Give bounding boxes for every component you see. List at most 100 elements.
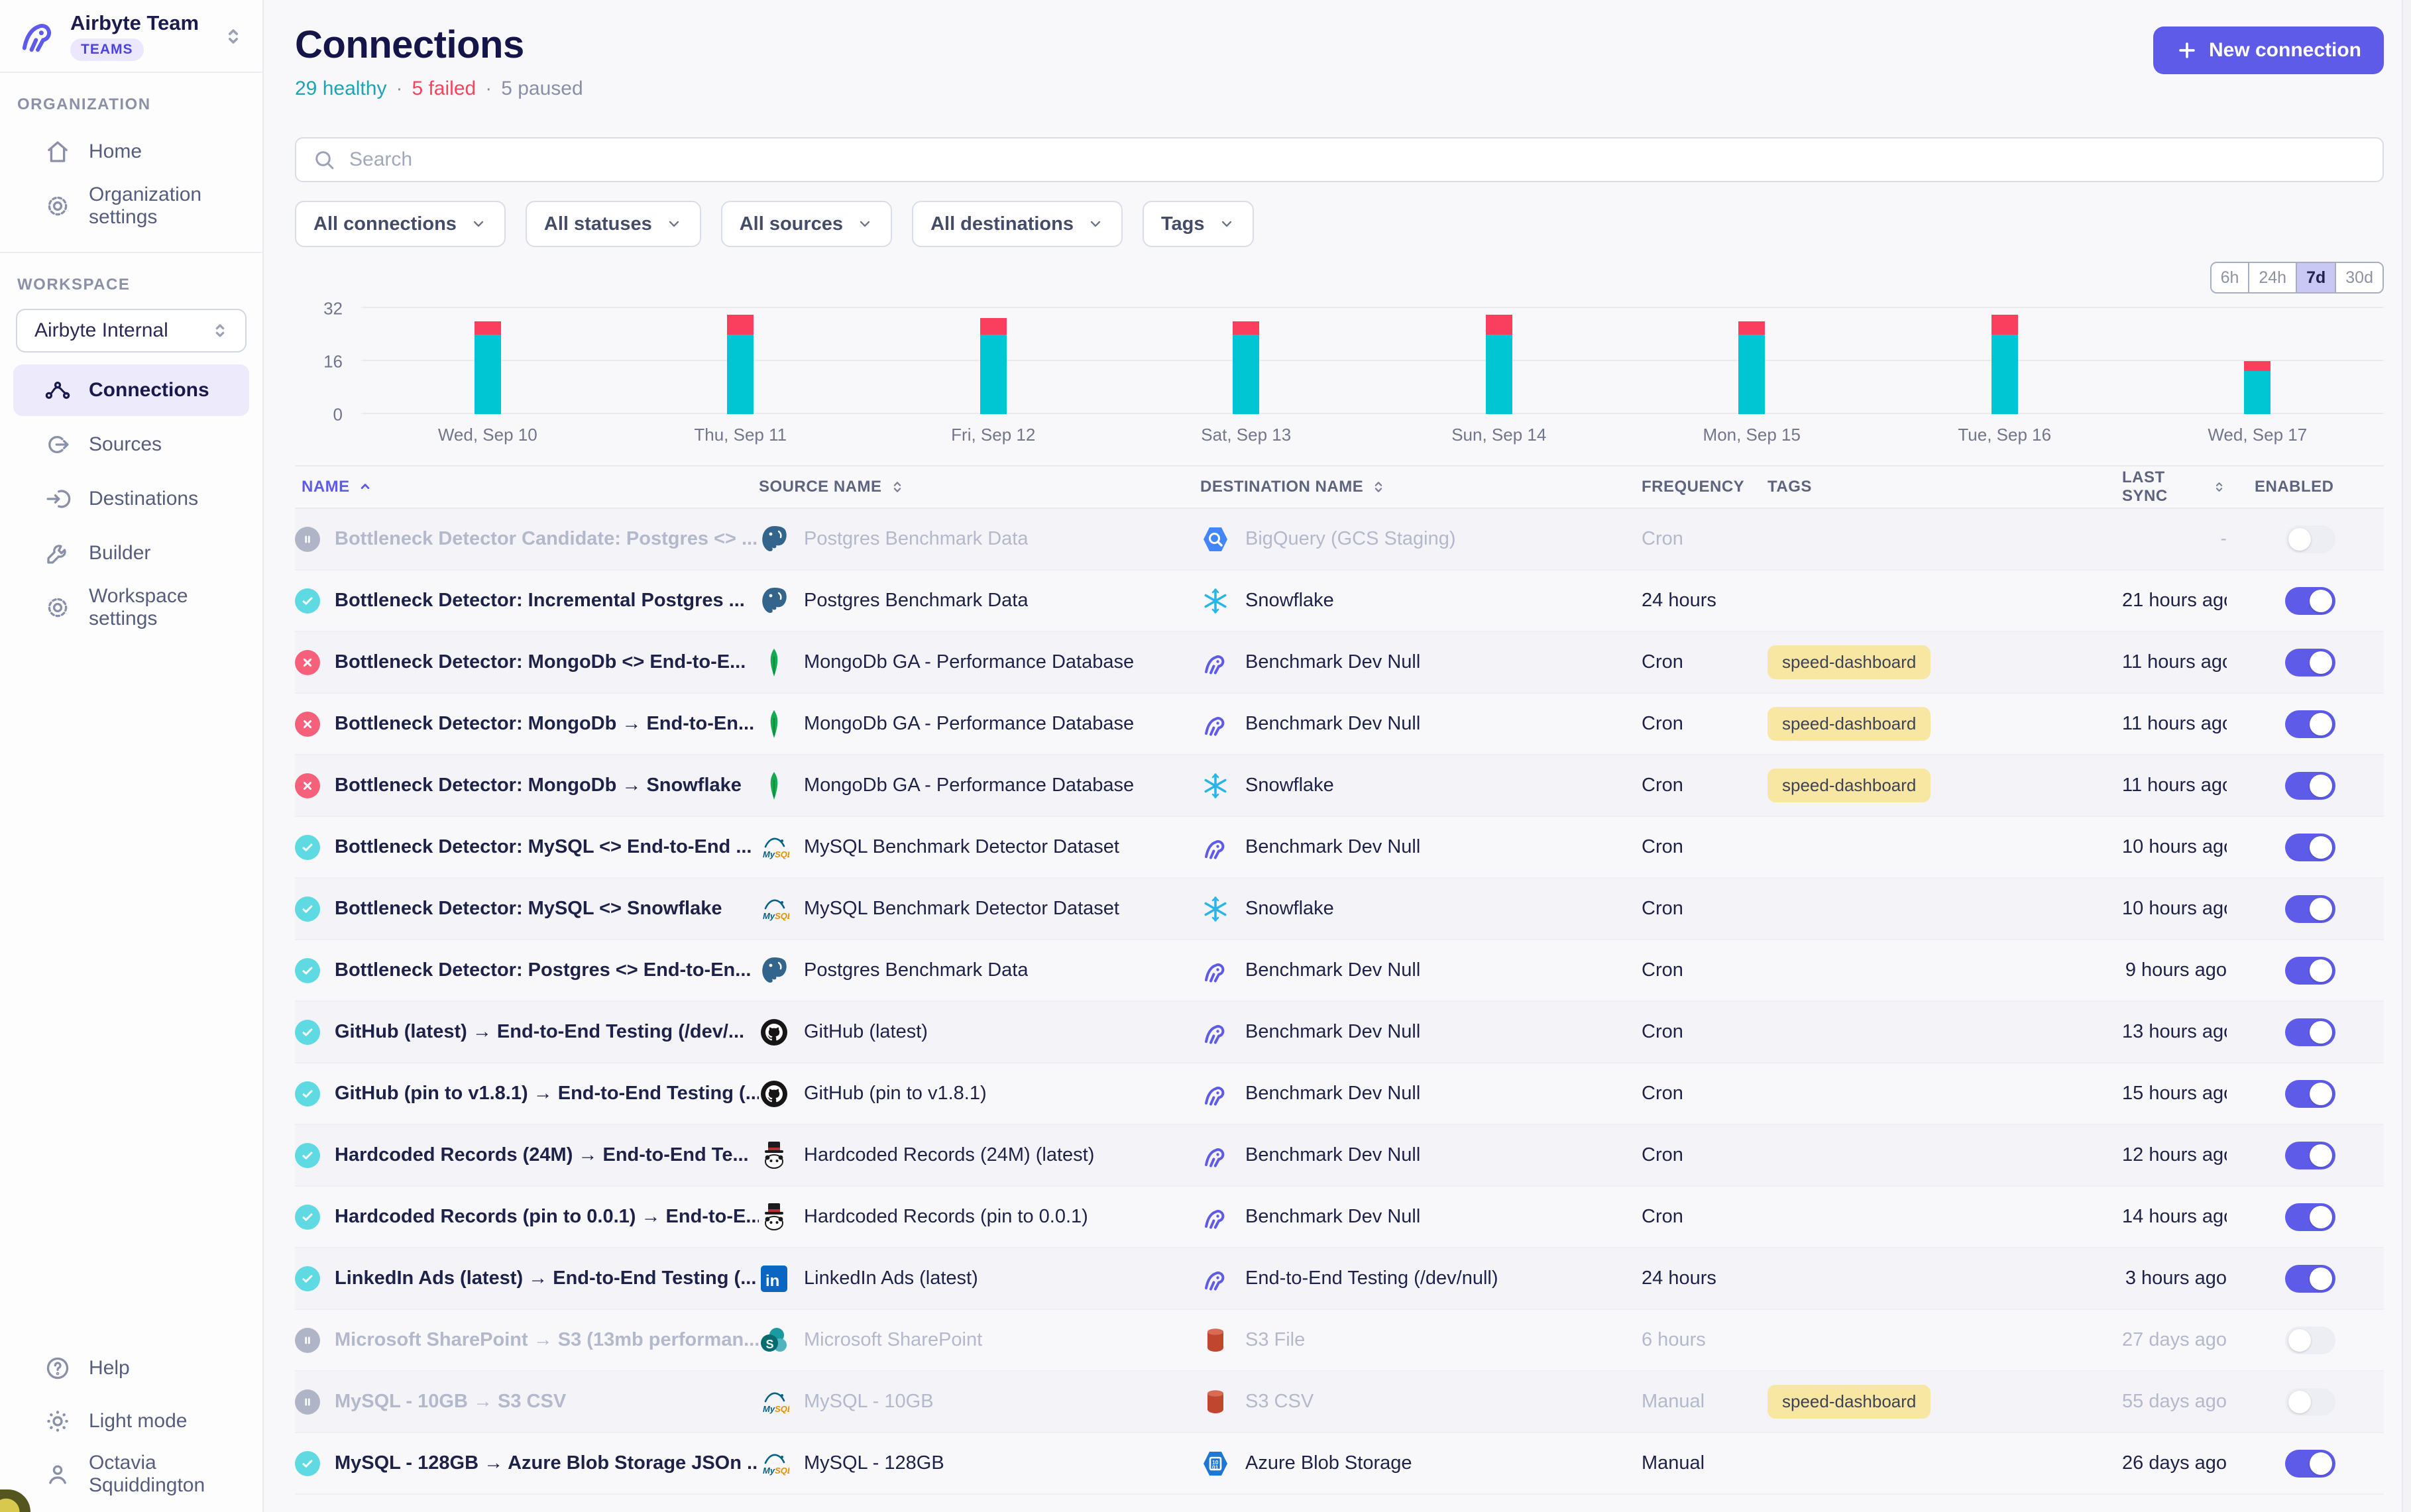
x-axis-label: Tue, Sep 16 xyxy=(1878,425,2131,445)
column-header-destination-name[interactable]: DESTINATION NAME xyxy=(1200,478,1642,496)
table-body: Bottleneck Detector Candidate: Postgres … xyxy=(295,509,2384,1495)
tag-chip: speed-dashboard xyxy=(1767,707,1931,741)
enabled-cell xyxy=(2255,1203,2384,1231)
last-sync-cell: - xyxy=(2122,528,2255,550)
sidebar-item-organization-settings[interactable]: Organization settings xyxy=(13,180,249,232)
enabled-toggle[interactable] xyxy=(2285,1018,2335,1046)
destination-name: Azure Blob Storage xyxy=(1245,1452,1412,1474)
table-row[interactable]: Bottleneck Detector Candidate: Postgres … xyxy=(295,509,2384,570)
enabled-toggle[interactable] xyxy=(2285,1326,2335,1354)
table-row[interactable]: Bottleneck Detector: MongoDb → Snowflake… xyxy=(295,755,2384,817)
succeeded-bar-segment xyxy=(1233,335,1259,414)
sidebar-item-sources[interactable]: Sources xyxy=(13,419,249,470)
sources-icon xyxy=(44,431,72,459)
table-row[interactable]: Hardcoded Records (24M) → End-to-End Te.… xyxy=(295,1125,2384,1187)
enabled-toggle[interactable] xyxy=(2285,895,2335,923)
status-success-icon xyxy=(295,896,320,922)
enabled-toggle[interactable] xyxy=(2285,1450,2335,1478)
hardcoded-icon xyxy=(759,1202,789,1232)
enabled-toggle[interactable] xyxy=(2285,772,2335,800)
enabled-toggle[interactable] xyxy=(2285,525,2335,553)
range-24h[interactable]: 24h xyxy=(2248,263,2296,292)
enabled-cell xyxy=(2255,587,2384,615)
postgres-icon xyxy=(759,524,789,555)
enabled-toggle[interactable] xyxy=(2285,649,2335,676)
source-name: MongoDb GA - Performance Database xyxy=(804,775,1134,796)
table-row[interactable]: MySQL - 128GB → Azure Blob Storage JSOn … xyxy=(295,1433,2384,1495)
table-row[interactable]: Microsoft SharePoint → S3 (13mb performa… xyxy=(295,1310,2384,1372)
filter-tags[interactable]: Tags xyxy=(1143,201,1254,247)
enabled-toggle[interactable] xyxy=(2285,587,2335,615)
range-7d[interactable]: 7d xyxy=(2296,263,2335,292)
sidebar-item-light-mode[interactable]: Light mode xyxy=(13,1397,249,1446)
table-row[interactable]: GitHub (pin to v1.8.1) → End-to-End Test… xyxy=(295,1063,2384,1125)
tags-cell: speed-dashboard xyxy=(1767,645,2122,679)
column-header-label: TAGS xyxy=(1767,478,1812,496)
new-connection-button[interactable]: New connection xyxy=(2153,27,2384,74)
sidebar-item-help[interactable]: Help xyxy=(13,1344,249,1393)
last-sync-value: 27 days ago xyxy=(2122,1329,2227,1351)
source-cell: MySQLMySQL Benchmark Detector Dataset xyxy=(759,832,1200,863)
destination-name: Benchmark Dev Null xyxy=(1245,1144,1420,1166)
destination-cell: Benchmark Dev Null xyxy=(1200,832,1642,863)
enabled-toggle[interactable] xyxy=(2285,1142,2335,1169)
chevron-down-icon xyxy=(1087,215,1104,233)
devnull-icon xyxy=(1200,1079,1231,1109)
sharepoint-icon: S xyxy=(759,1325,789,1356)
column-header-last-sync[interactable]: LAST SYNC xyxy=(2122,468,2255,506)
status-success-icon xyxy=(295,1266,320,1291)
sidebar-item-octavia-squiddington[interactable]: Octavia Squiddington xyxy=(13,1450,249,1499)
workspace-selector[interactable]: Airbyte Internal xyxy=(16,309,247,352)
table-row[interactable]: Bottleneck Detector: MongoDb <> End-to-E… xyxy=(295,632,2384,694)
table-row[interactable]: Bottleneck Detector: MySQL <> End-to-End… xyxy=(295,817,2384,879)
search-input[interactable] xyxy=(349,148,2367,171)
sidebar-item-home[interactable]: Home xyxy=(13,126,249,178)
range-30d[interactable]: 30d xyxy=(2335,263,2383,292)
sidebar-item-connections[interactable]: Connections xyxy=(13,364,249,416)
enabled-toggle[interactable] xyxy=(2285,1388,2335,1416)
source-cell: Postgres Benchmark Data xyxy=(759,955,1200,986)
enabled-toggle[interactable] xyxy=(2285,834,2335,861)
table-row[interactable]: Bottleneck Detector: Incremental Postgre… xyxy=(295,570,2384,632)
scrollbar[interactable] xyxy=(2402,0,2411,1512)
enabled-toggle[interactable] xyxy=(2285,957,2335,985)
sidebar-item-builder[interactable]: Builder xyxy=(13,527,249,579)
table-row[interactable]: Bottleneck Detector: MongoDb → End-to-En… xyxy=(295,694,2384,755)
enabled-toggle[interactable] xyxy=(2285,1080,2335,1108)
source-name: MySQL - 10GB xyxy=(804,1391,934,1413)
filter-all-destinations[interactable]: All destinations xyxy=(912,201,1123,247)
frequency-value: Cron xyxy=(1642,651,1683,673)
failed-bar-segment xyxy=(727,315,754,335)
sidebar-item-label: Workspace settings xyxy=(89,585,232,630)
destination-name: Benchmark Dev Null xyxy=(1245,1021,1420,1043)
filter-all-sources[interactable]: All sources xyxy=(721,201,892,247)
range-6h[interactable]: 6h xyxy=(2212,263,2249,292)
table-row[interactable]: Bottleneck Detector: Postgres <> End-to-… xyxy=(295,940,2384,1002)
table-row[interactable]: MySQL - 10GB → S3 CSVMySQLMySQL - 10GBS3… xyxy=(295,1372,2384,1433)
enabled-toggle[interactable] xyxy=(2285,1203,2335,1231)
table-row[interactable]: LinkedIn Ads (latest) → End-to-End Testi… xyxy=(295,1248,2384,1310)
connection-name: Bottleneck Detector: MongoDb → End-to-En… xyxy=(335,713,759,735)
column-header-source-name[interactable]: SOURCE NAME xyxy=(759,478,1200,496)
filter-all-statuses[interactable]: All statuses xyxy=(526,201,701,247)
workspace-selector-value: Airbyte Internal xyxy=(34,319,168,342)
table-row[interactable]: GitHub (latest) → End-to-End Testing (/d… xyxy=(295,1002,2384,1063)
org-switcher[interactable]: Airbyte Team TEAMS xyxy=(0,0,262,72)
frequency-value: Cron xyxy=(1642,1144,1683,1166)
filter-all-connections[interactable]: All connections xyxy=(295,201,506,247)
home-icon xyxy=(44,138,72,166)
enabled-toggle[interactable] xyxy=(2285,710,2335,738)
sidebar-item-destinations[interactable]: Destinations xyxy=(13,473,249,525)
succeeded-bar-segment xyxy=(1486,335,1512,414)
destination-cell: Benchmark Dev Null xyxy=(1200,1017,1642,1048)
column-header-name[interactable]: NAME xyxy=(295,478,759,496)
source-name: Hardcoded Records (24M) (latest) xyxy=(804,1144,1094,1166)
connection-name: MySQL - 10GB → S3 CSV xyxy=(335,1391,579,1413)
chart-plot: 01632 xyxy=(361,308,2384,414)
sort-updown-icon xyxy=(1370,478,1387,496)
enabled-toggle[interactable] xyxy=(2285,1265,2335,1293)
toggle-knob xyxy=(2288,1391,2311,1413)
table-row[interactable]: Bottleneck Detector: MySQL <> SnowflakeM… xyxy=(295,879,2384,940)
table-row[interactable]: Hardcoded Records (pin to 0.0.1) → End-t… xyxy=(295,1187,2384,1248)
sidebar-item-workspace-settings[interactable]: Workspace settings xyxy=(13,582,249,633)
